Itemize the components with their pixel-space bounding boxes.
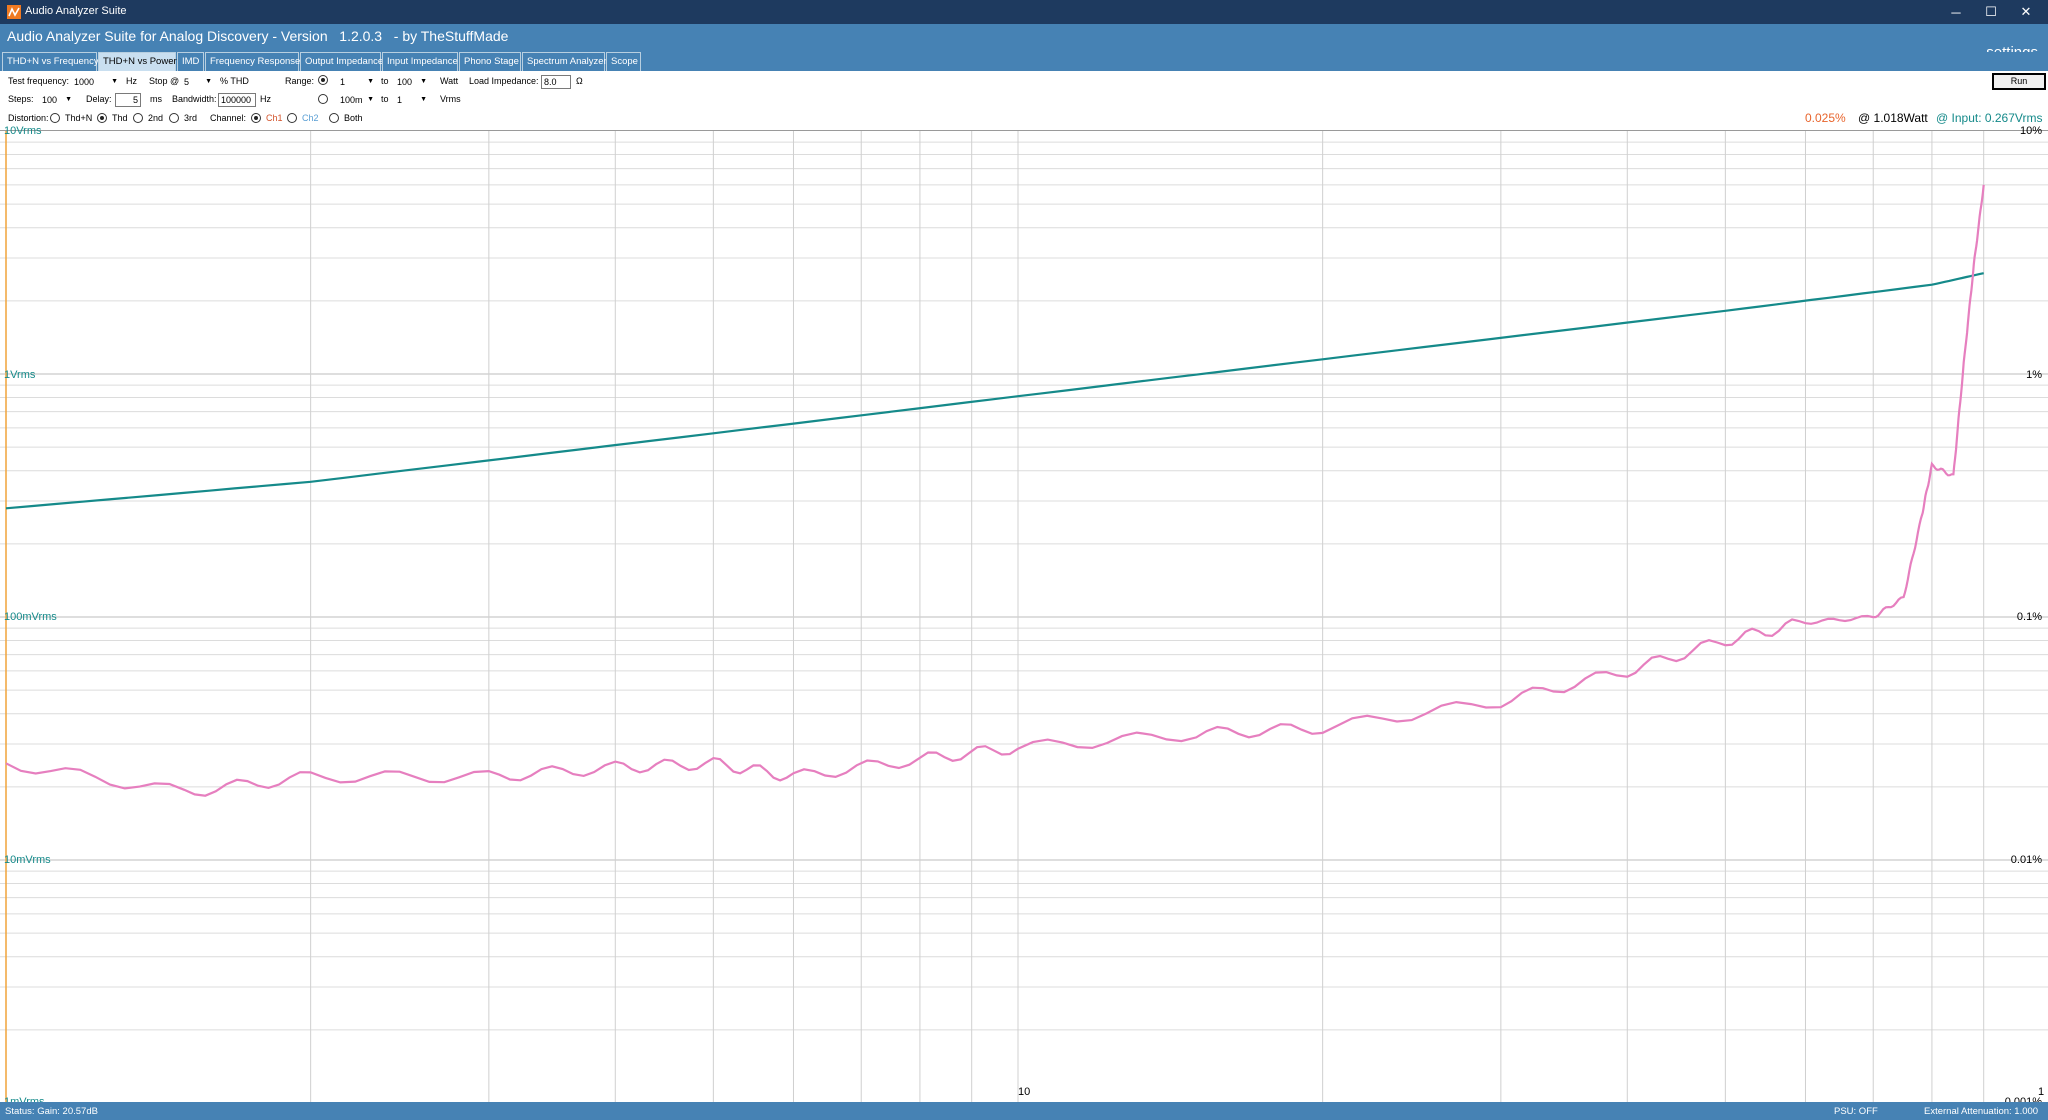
ms-unit: ms	[150, 94, 162, 104]
tab-phono-stage[interactable]: Phono Stage	[459, 52, 521, 71]
channel-ch2-label: Ch2	[302, 113, 319, 123]
psu-status: PSU: OFF	[1834, 1106, 1878, 1117]
channel-label: Channel:	[210, 113, 247, 123]
distortion-thdn-label: Thd+N	[65, 113, 93, 123]
chevron-down-icon: ▼	[367, 78, 374, 85]
steps-label: Steps:	[8, 94, 34, 104]
tab-input-impedance[interactable]: Input Impedance	[382, 52, 458, 71]
test-frequency-label: Test frequency:	[8, 76, 70, 86]
volt-to-value: 1	[397, 95, 403, 105]
power-readout: @ 1.018Watt	[1858, 111, 1928, 125]
voltage-series-line	[5, 272, 1984, 510]
distortion-thd-label: Thd	[112, 113, 128, 123]
channel-both-label: Both	[344, 113, 363, 123]
channel-both-radio[interactable]	[329, 113, 339, 123]
right-axis-label-10pct: 10%	[2019, 125, 2042, 137]
app-logo-icon	[7, 5, 21, 19]
external-attenuation: External Attenuation: 1.000	[1924, 1106, 2039, 1117]
range-label: Range:	[285, 76, 315, 86]
volt-from-select[interactable]: 100m ▼	[337, 93, 377, 107]
range-to-select[interactable]: 100 ▼	[394, 75, 430, 89]
delay-label: Delay:	[86, 94, 112, 104]
test-frequency-select[interactable]: 1000 ▼	[71, 75, 121, 89]
range-from-value: 1	[340, 77, 346, 87]
bandwidth-label: Bandwidth:	[172, 94, 217, 104]
distortion-3rd-label: 3rd	[184, 113, 198, 123]
chevron-down-icon: ▼	[205, 78, 212, 85]
left-axis-label-100mvrms: 100mVrms	[4, 611, 57, 623]
app-header: Audio Analyzer Suite for Analog Discover…	[0, 24, 2048, 129]
tab-thdn-vs-power[interactable]: THD+N vs Power	[98, 52, 177, 71]
status-bar: Status: Gain: 20.57dB PSU: OFF External …	[0, 1102, 2048, 1120]
thd-series-line	[5, 184, 1985, 797]
tab-frequency-response[interactable]: Frequency Response	[205, 52, 300, 71]
run-button[interactable]: Run	[1992, 73, 2046, 90]
tab-imd[interactable]: IMD	[177, 52, 204, 71]
window-title: Audio Analyzer Suite	[25, 5, 127, 17]
distortion-thd-radio[interactable]	[97, 113, 107, 123]
hz-unit: Hz	[126, 76, 137, 86]
thd-vs-power-plot: 10Vrms 1Vrms 100mVrms 10mVrms 1mVrms 10%…	[0, 125, 2048, 1108]
distortion-2nd-label: 2nd	[148, 113, 164, 123]
channel-ch1-label: Ch1	[266, 113, 283, 123]
plot-canvas	[0, 131, 2048, 1103]
chevron-down-icon: ▼	[65, 96, 72, 103]
delay-input[interactable]: 5	[115, 93, 141, 107]
controls-panel: Test frequency: 1000 ▼ Hz Stop @ 5 ▼ % THD…	[0, 71, 2048, 131]
range-to-value: 100	[397, 77, 413, 87]
thd-unit: % THD	[220, 76, 249, 86]
title-bar: Audio Analyzer Suite ─ ☐ ✕	[0, 0, 2048, 24]
x-axis-label-10: 10	[1018, 1086, 1031, 1098]
status-gain: Status: Gain: 20.57dB	[5, 1106, 98, 1117]
left-axis-label-10vrms: 10Vrms	[4, 125, 42, 137]
distortion-2nd-radio[interactable]	[133, 113, 143, 123]
tab-scope[interactable]: Scope	[606, 52, 641, 71]
tab-output-impedance[interactable]: Output Impedance	[300, 52, 383, 71]
tab-spectrum-analyzer[interactable]: Spectrum Analyzer	[522, 52, 607, 71]
channel-ch1-radio[interactable]	[251, 113, 261, 123]
input-readout: @ Input: 0.267Vrms	[1936, 111, 2043, 125]
to-label: to	[381, 94, 389, 104]
plot-grid	[0, 131, 2048, 1103]
bandwidth-input[interactable]: 100000	[218, 93, 256, 107]
close-button[interactable]: ✕	[2003, 0, 2048, 24]
test-frequency-value: 1000	[74, 77, 95, 87]
right-axis-label-1pct: 1%	[2026, 369, 2042, 381]
stop-select[interactable]: 5 ▼	[181, 75, 215, 89]
ohm-unit: Ω	[576, 76, 583, 86]
watt-unit: Watt	[440, 76, 459, 86]
app-name: Audio Analyzer Suite for Analog Discover…	[7, 28, 509, 44]
stop-value: 5	[184, 77, 190, 87]
tab-bar: THD+N vs Frequency THD+N vs Power IMD Fr…	[0, 52, 2048, 71]
chevron-down-icon: ▼	[420, 96, 427, 103]
chevron-down-icon: ▼	[111, 78, 118, 85]
load-impedance-input[interactable]: 8.0	[541, 75, 571, 89]
range-vrms-radio[interactable]	[318, 94, 328, 104]
to-label: to	[381, 76, 389, 86]
range-watt-radio[interactable]	[318, 75, 328, 85]
stop-label: Stop @	[149, 76, 180, 86]
steps-select[interactable]: 100 ▼	[39, 93, 75, 107]
distortion-3rd-radio[interactable]	[169, 113, 179, 123]
tab-thdn-vs-frequency[interactable]: THD+N vs Frequency	[2, 52, 99, 71]
distortion-thdn-radio[interactable]	[50, 113, 60, 123]
right-axis-label-0.01pct: 0.01%	[2010, 854, 2042, 866]
left-axis-label-10mvrms: 10mVrms	[4, 854, 51, 866]
x-axis-label-1: 1	[2038, 1086, 2045, 1098]
steps-value: 100	[42, 95, 58, 105]
load-impedance-label: Load Impedance:	[469, 76, 539, 86]
right-axis-label-0.1pct: 0.1%	[2016, 611, 2042, 623]
channel-ch2-radio[interactable]	[287, 113, 297, 123]
left-axis-label-1vrms: 1Vrms	[4, 369, 36, 381]
thd-readout: 0.025%	[1805, 111, 1846, 125]
chevron-down-icon: ▼	[367, 96, 374, 103]
volt-from-value: 100m	[340, 95, 363, 105]
chevron-down-icon: ▼	[420, 78, 427, 85]
volt-to-select[interactable]: 1 ▼	[394, 93, 430, 107]
vrms-unit: Vrms	[440, 94, 461, 104]
distortion-label: Distortion:	[8, 113, 49, 123]
range-from-select[interactable]: 1 ▼	[337, 75, 377, 89]
bandwidth-unit: Hz	[260, 94, 271, 104]
